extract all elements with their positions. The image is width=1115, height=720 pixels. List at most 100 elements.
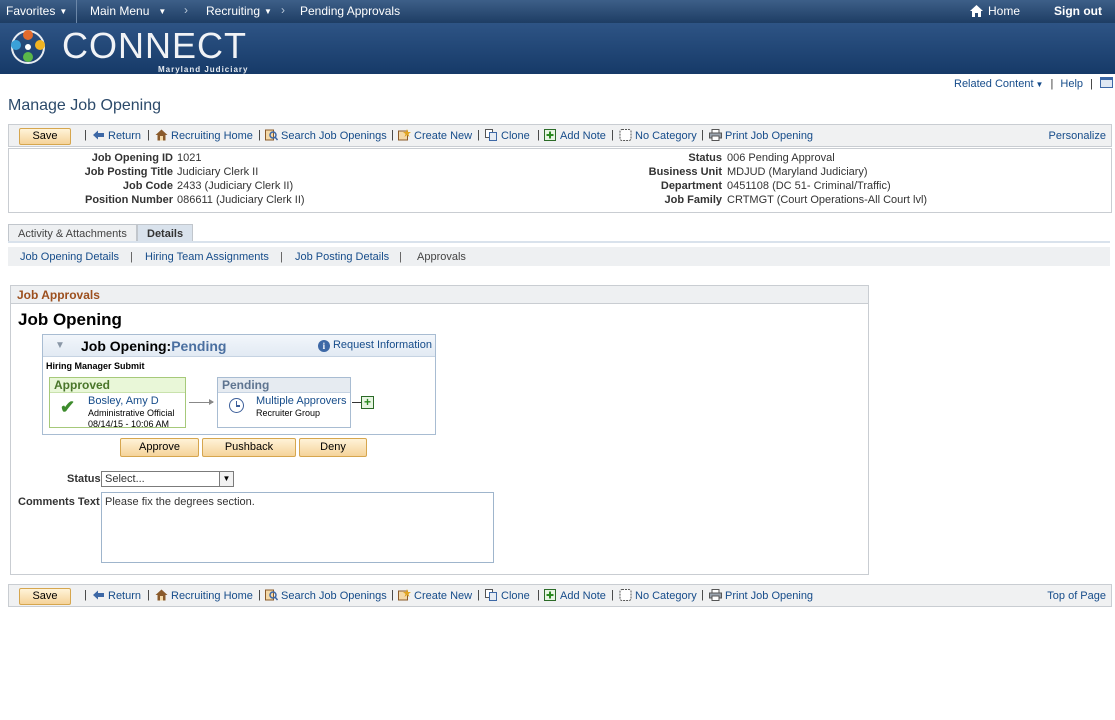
create-new-link[interactable]: Create New [398,129,472,142]
subnav-job-posting-details[interactable]: Job Posting Details [295,251,389,263]
save-button[interactable]: Save [19,128,71,145]
home-link[interactable]: Home [988,4,1020,18]
job-posting-title-value: Judiciary Clerk II [177,166,259,178]
subnav-job-opening-details[interactable]: Job Opening Details [20,251,119,263]
recruiter-group: Recruiter Group [256,408,321,418]
print-label: Print Job Opening [725,130,814,142]
personalize-link[interactable]: Personalize [1049,130,1106,142]
business-unit-value: MDJUD (Maryland Judiciary) [727,166,868,178]
house-icon [155,589,168,601]
status-select-value: Select... [105,473,145,485]
clone-link[interactable]: Clone [485,589,530,602]
divider: | [84,129,87,141]
job-code-value: 2433 (Judiciary Clerk II) [177,180,294,192]
approver-name-link[interactable]: Bosley, Amy D [88,395,159,407]
collapse-triangle-icon[interactable]: ▼ [55,340,65,351]
comments-textarea[interactable]: Please fix the degrees section. [101,492,494,563]
subnav-approvals: Approvals [417,251,466,263]
divider: | [537,589,540,601]
tab-activity-attachments[interactable]: Activity & Attachments [8,224,137,242]
page-title: Manage Job Opening [8,97,161,114]
pending-heading: Pending [218,378,350,393]
divider: | [130,251,133,263]
add-approver-icon[interactable]: + [361,396,374,409]
clone-label: Clone [501,130,530,142]
chevron-down-icon: ▼ [59,7,68,16]
recruiting-home-link[interactable]: Recruiting Home [155,129,253,142]
no-category-link[interactable]: No Category [619,129,697,142]
top-of-page-link[interactable]: Top of Page [1047,590,1106,602]
status-select[interactable]: Select... ▼ [101,471,234,487]
divider: | [701,129,704,141]
add-note-label: Add Note [560,590,606,602]
divider: | [391,129,394,141]
logo-subtitle: Maryland Judiciary [158,65,249,74]
tab-details[interactable]: Details [137,224,194,242]
job-opening-id-label: Job Opening ID [91,152,173,164]
multiple-approvers-link[interactable]: Multiple Approvers [256,395,347,407]
approval-date: 08/14/15 - 10:06 AM [88,419,170,429]
divider: | [611,129,614,141]
create-new-icon [398,129,411,141]
subnav-hiring-team-assignments[interactable]: Hiring Team Assignments [145,251,269,263]
print-label: Print Job Opening [725,590,814,602]
pushback-button[interactable]: Pushback [202,438,296,457]
banner: CONNECT Maryland Judiciary [0,23,1115,74]
approved-heading: Approved [50,378,185,393]
approve-button[interactable]: Approve [120,438,199,457]
info-icon: i [317,340,330,352]
add-note-icon [544,129,556,141]
business-unit-label: Business Unit [648,166,722,178]
approval-flow-box: ▼ Job Opening:Pending i Request Informati… [42,334,436,435]
job-approvals-panel: Job Approvals Job Opening ▼ Job Opening:… [10,285,869,575]
breadcrumb-current[interactable]: Pending Approvals [300,4,400,18]
recruiting-home-link[interactable]: Recruiting Home [155,589,253,602]
approver-role: Administrative Official [88,408,175,418]
favorites-menu[interactable]: Favorites ▼ [6,4,67,18]
print-job-opening-link[interactable]: Print Job Opening [709,129,813,142]
search-job-openings-link[interactable]: Search Job Openings [265,589,387,602]
request-information-link[interactable]: i Request Information [317,339,432,352]
clone-icon [485,129,497,141]
main-menu[interactable]: Main Menu ▼ [90,4,166,18]
approval-flow-header: ▼ Job Opening:Pending i Request Informati… [43,335,435,357]
grid-icon[interactable] [1100,77,1114,88]
divider: | [258,129,261,141]
return-link[interactable]: Return [92,589,141,602]
position-number-label: Position Number [84,194,173,206]
divider: | [399,251,402,263]
divider: | [258,589,261,601]
job-approvals-header: Job Approvals [11,286,868,304]
sign-out-link[interactable]: Sign out [1054,4,1102,18]
toolbar-bottom: Save | Return | Recruiting Home | Search… [8,584,1112,607]
add-note-link[interactable]: Add Note [544,129,606,142]
home-icon[interactable] [969,4,984,21]
create-new-link[interactable]: Create New [398,589,472,602]
divider: | [701,589,704,601]
chevron-down-icon: ▼ [1035,80,1044,89]
create-new-icon [398,589,411,601]
add-note-link[interactable]: Add Note [544,589,606,602]
clone-label: Clone [501,590,530,602]
search-job-openings-link[interactable]: Search Job Openings [265,129,387,142]
return-arrow-icon [93,590,104,600]
comments-field-label: Comments Text [18,496,100,508]
house-icon [155,129,168,141]
flow-title: Job Opening:Pending [81,338,226,354]
flow-title-label: Job Opening: [81,338,172,354]
add-note-icon [544,589,556,601]
deny-button[interactable]: Deny [299,438,367,457]
department-label: Department [660,180,722,192]
print-job-opening-link[interactable]: Print Job Opening [709,589,813,602]
dropdown-arrow-icon[interactable]: ▼ [219,472,233,486]
save-button[interactable]: Save [19,588,71,605]
help-link[interactable]: Help [1060,78,1083,90]
clone-link[interactable]: Clone [485,129,530,142]
related-content-link[interactable]: Related Content ▼ [954,78,1043,90]
breadcrumb-recruiting-label: Recruiting [206,4,261,18]
breadcrumb-recruiting[interactable]: Recruiting ▼ [206,4,272,18]
logo-text: CONNECT [62,25,247,66]
divider: | [84,589,87,601]
no-category-link[interactable]: No Category [619,589,697,602]
return-link[interactable]: Return [92,129,141,142]
